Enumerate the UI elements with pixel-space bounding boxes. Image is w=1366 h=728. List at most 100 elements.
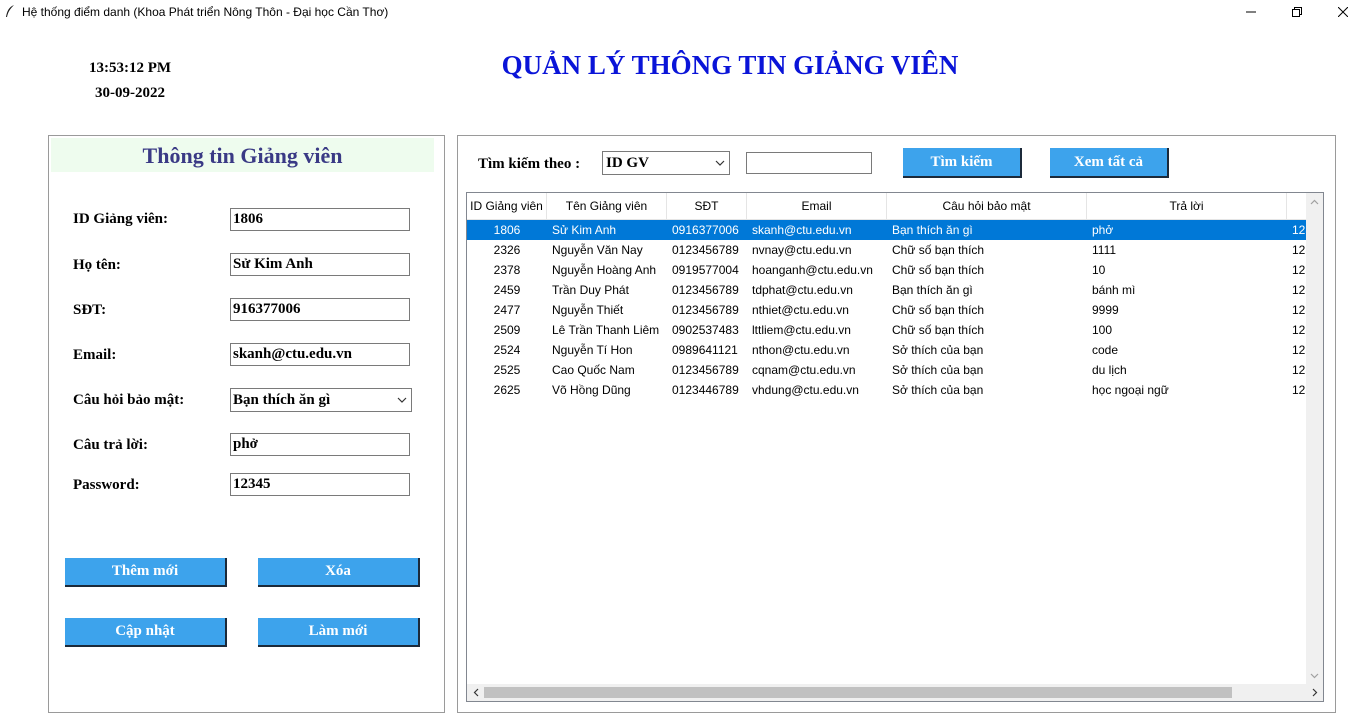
table-cell: vhdung@ctu.edu.vn xyxy=(752,383,859,397)
name-label: Họ tên: xyxy=(73,257,121,273)
table-cell: 2326 xyxy=(493,243,521,257)
table-cell: 0902537483 xyxy=(672,323,739,337)
table-cell: 1111 xyxy=(1092,243,1117,257)
password-field[interactable]: 12345 xyxy=(230,473,410,496)
table-cell: 10 xyxy=(1092,263,1106,277)
security-question-label: Câu hỏi bảo mật: xyxy=(73,392,185,408)
search-input[interactable] xyxy=(746,152,872,174)
table-cell: Sở thích của bạn xyxy=(892,383,984,397)
table-cell: Chữ số bạn thích xyxy=(892,243,985,257)
reset-button[interactable]: Làm mới xyxy=(258,618,420,647)
table-row[interactable]: 2459 Trần Duy Phát 0123456789 tdphat@ctu.ed… xyxy=(467,280,1317,300)
column-header[interactable]: ID Giảng viên xyxy=(467,193,547,219)
table-cell: 2525 xyxy=(493,363,521,377)
lecturer-table[interactable]: ID Giảng viên Tên Giảng viên SĐT Email Câu h… xyxy=(466,192,1324,702)
security-question-value: Bạn thích ăn gì xyxy=(233,392,331,408)
id-field[interactable]: 1806 xyxy=(230,208,410,231)
update-button[interactable]: Cập nhật xyxy=(65,618,227,647)
close-icon xyxy=(1338,7,1348,17)
vertical-scrollbar[interactable] xyxy=(1306,193,1323,684)
scroll-up-arrow[interactable] xyxy=(1306,193,1323,210)
table-cell: học ngoại ngữ xyxy=(1092,383,1169,397)
clock-date: 30-09-2022 xyxy=(95,85,165,101)
table-cell: Nguyễn Thiết xyxy=(552,303,624,317)
feather-icon xyxy=(6,5,14,17)
column-header[interactable]: Email xyxy=(747,193,887,219)
search-field-select[interactable]: ID GV xyxy=(602,151,730,175)
maximize-button[interactable] xyxy=(1274,0,1320,24)
scroll-right-arrow[interactable] xyxy=(1306,684,1323,701)
page-title: QUẢN LÝ THÔNG TIN GIẢNG VIÊN xyxy=(501,50,959,80)
table-row[interactable]: 2326 Nguyễn Văn Nay 0123456789 nvnay@ctu.ed… xyxy=(467,240,1317,260)
chevron-left-icon xyxy=(473,688,478,697)
table-row[interactable]: 2524 Nguyễn Tí Hon 0989641121 nthon@ctu.edu… xyxy=(467,340,1317,360)
scroll-thumb[interactable] xyxy=(484,687,1232,698)
column-header[interactable]: SĐT xyxy=(667,193,747,219)
chevron-down-icon xyxy=(1310,673,1319,678)
table-cell: Nguyễn Tí Hon xyxy=(552,343,633,357)
column-header[interactable]: Câu hỏi bảo mật xyxy=(887,193,1087,219)
search-button[interactable]: Tìm kiếm xyxy=(903,148,1022,178)
table-cell: Trần Duy Phát xyxy=(552,283,629,297)
form-heading-bar: Thông tin Giảng viên xyxy=(51,138,434,172)
table-cell: Cao Quốc Nam xyxy=(552,363,635,377)
table-cell: 2378 xyxy=(493,263,521,277)
password-label: Password: xyxy=(73,477,140,493)
table-cell: 0123446789 xyxy=(672,383,739,397)
table-row[interactable]: 2477 Nguyễn Thiết 0123456789 nthiet@ctu.edu… xyxy=(467,300,1317,320)
email-field[interactable]: skanh@ctu.edu.vn xyxy=(230,343,410,366)
phone-field[interactable]: 916377006 xyxy=(230,298,410,321)
table-cell: Sở thích của bạn xyxy=(892,343,984,357)
column-header[interactable]: Trả lời xyxy=(1087,193,1287,219)
table-cell: 1806 xyxy=(493,223,521,237)
table-cell: Sở thích của bạn xyxy=(892,363,984,377)
table-cell: 0919577004 xyxy=(672,263,739,277)
name-field[interactable]: Sử Kim Anh xyxy=(230,253,410,276)
answer-label: Câu trả lời: xyxy=(73,437,148,453)
table-cell: bánh mì xyxy=(1092,283,1136,297)
column-header[interactable]: Tên Giảng viên xyxy=(547,193,667,219)
delete-button[interactable]: Xóa xyxy=(258,558,420,587)
table-cell: 0989641121 xyxy=(672,343,738,357)
table-cell: Chữ số bạn thích xyxy=(892,263,985,277)
table-cell: Bạn thích ăn gì xyxy=(892,283,973,297)
table-cell: Nguyễn Văn Nay xyxy=(552,243,643,257)
table-cell: 2524 xyxy=(493,343,521,357)
table-cell: nthiet@ctu.edu.vn xyxy=(752,303,849,317)
security-question-select[interactable]: Bạn thích ăn gì xyxy=(230,388,412,412)
minimize-button[interactable] xyxy=(1228,0,1274,24)
table-row[interactable]: 2525 Cao Quốc Nam 0123456789 cqnam@ctu.edu.… xyxy=(467,360,1317,380)
table-cell: Nguyễn Hoàng Anh xyxy=(552,263,657,277)
table-cell: cqnam@ctu.edu.vn xyxy=(752,363,856,377)
horizontal-scrollbar[interactable] xyxy=(467,684,1323,701)
table-body: 1806 Sử Kim Anh 0916377006 skanh@ctu.edu.vn… xyxy=(467,220,1317,400)
add-button[interactable]: Thêm mới xyxy=(65,558,227,587)
close-button[interactable] xyxy=(1320,0,1366,24)
table-cell: 9999 xyxy=(1092,303,1119,317)
table-cell: Sử Kim Anh xyxy=(552,223,617,237)
table-row[interactable]: 1806 Sử Kim Anh 0916377006 skanh@ctu.edu.vn… xyxy=(467,220,1317,240)
table-row[interactable]: 2509 Lê Trần Thanh Liêm 0902537483 lttliem@… xyxy=(467,320,1317,340)
search-field-value: ID GV xyxy=(606,155,649,171)
answer-field[interactable]: phở xyxy=(230,433,410,456)
table-cell: 0123456789 xyxy=(672,283,739,297)
scroll-left-arrow[interactable] xyxy=(467,684,484,701)
table-cell: 100 xyxy=(1092,323,1113,337)
table-cell: Chữ số bạn thích xyxy=(892,323,985,337)
table-row[interactable]: 2378 Nguyễn Hoàng Anh 0919577004 hoanganh@c… xyxy=(467,260,1317,280)
id-label: ID Giảng viên: xyxy=(73,211,169,227)
minimize-icon xyxy=(1246,11,1256,13)
lecturer-info-panel: Thông tin Giảng viên ID Giảng viên: 1806… xyxy=(48,135,445,713)
table-cell: 0123456789 xyxy=(672,243,739,257)
table-cell: Lê Trần Thanh Liêm xyxy=(552,323,660,337)
table-cell: 2625 xyxy=(493,383,521,397)
lecturer-list-panel: Tìm kiếm theo : ID GV Tìm kiếm Xem tất c… xyxy=(457,135,1336,713)
table-cell: Bạn thích ăn gì xyxy=(892,223,973,237)
table-cell: nthon@ctu.edu.vn xyxy=(752,343,850,357)
chevron-down-icon xyxy=(715,160,725,166)
scroll-down-arrow[interactable] xyxy=(1306,667,1323,684)
view-all-button[interactable]: Xem tất cả xyxy=(1050,148,1169,178)
table-row[interactable]: 2625 Võ Hồng Dũng 0123446789 vhdung@ctu.edu… xyxy=(467,380,1317,400)
chevron-down-icon xyxy=(397,397,407,403)
table-cell: lttliem@ctu.edu.vn xyxy=(752,323,851,337)
